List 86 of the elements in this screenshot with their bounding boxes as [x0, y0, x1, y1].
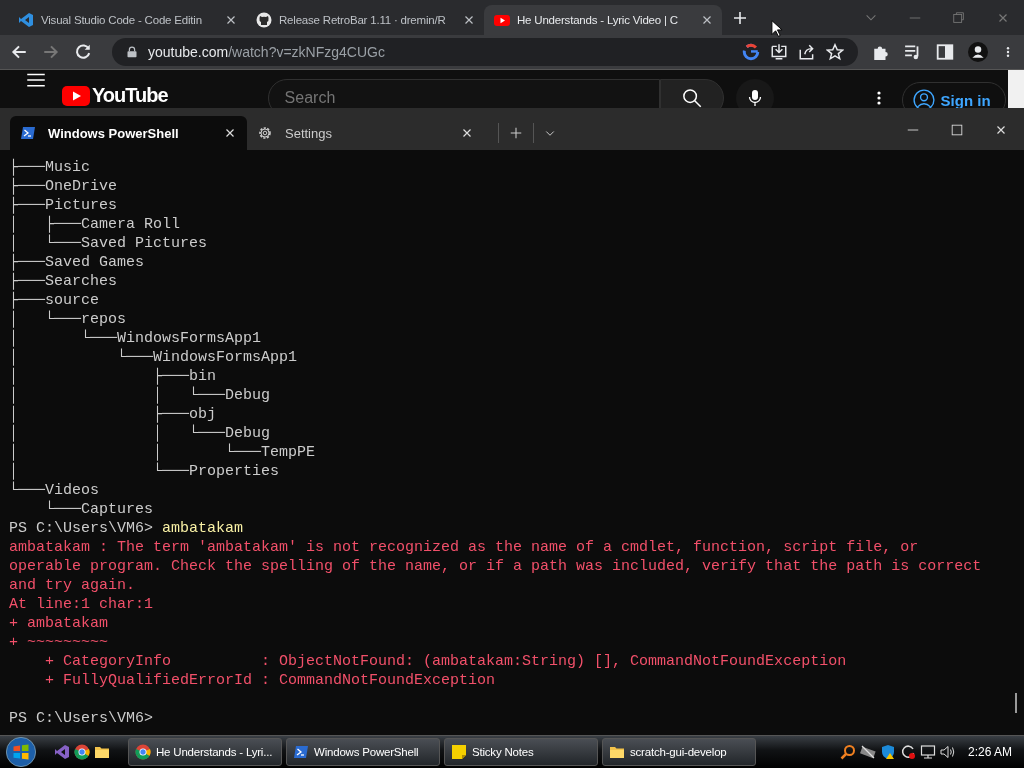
tree-line: ├───Music [9, 158, 91, 177]
visual-studio-icon[interactable] [54, 744, 70, 760]
taskbar-button[interactable]: He Understands - Lyri... [128, 738, 282, 766]
sync-icon[interactable] [899, 744, 916, 760]
taskbar-button[interactable]: scratch-gui-develop [602, 738, 756, 766]
tree-line: │ └───Saved Pictures [9, 234, 209, 253]
error-line: operable program. Check the spelling of the name, or if a path was included, verify that the path is correct [9, 557, 983, 576]
network-off-icon[interactable] [859, 744, 876, 760]
tree-line: ├───OneDrive [9, 177, 119, 196]
scrollbar-thumb[interactable] [1015, 693, 1017, 713]
user-icon [912, 89, 935, 108]
more-menu-icon[interactable] [875, 89, 882, 107]
settings-icon [257, 125, 273, 141]
search-icon [681, 88, 702, 108]
tree-line: │ │ └───TempPE [9, 443, 317, 462]
command-text: ambatakam [162, 520, 244, 537]
folder-icon [609, 744, 625, 760]
plus-icon[interactable] [732, 9, 748, 26]
site-logo[interactable]: YouTube [62, 84, 168, 107]
prompt-text: PS C:\Users\VM6> [9, 710, 154, 727]
star-icon[interactable] [826, 43, 844, 61]
error-line: ambatakam : The term 'ambatakam' is not recognized as the name of a cmdlet, function, script file, or [9, 538, 920, 557]
start-orb-icon[interactable] [6, 737, 36, 767]
prompt-text: PS C:\Users\VM6> [9, 520, 154, 537]
tree-line: │ ├───bin [9, 367, 218, 386]
maximize-icon[interactable] [950, 123, 964, 137]
sticky-note-icon [451, 744, 467, 760]
play-logo-icon [494, 12, 510, 28]
tree-line: ├───Pictures [9, 196, 119, 215]
error-line: At line:1 char:1 [9, 595, 155, 614]
tree-line: ├───Saved Games [9, 253, 146, 272]
tree-line: │ ├───Camera Roll [9, 215, 182, 234]
tree-line: │ ├───obj [9, 405, 218, 424]
tree-line: │ └───repos [9, 310, 128, 329]
chrome-icon [135, 744, 151, 760]
browser-tab[interactable]: Visual Studio Code - Code Editin [8, 5, 246, 35]
tree-line: │ └───Properties [9, 462, 281, 481]
speaker-icon[interactable] [939, 744, 956, 760]
chrome-icon [74, 744, 90, 760]
tree-line: │ └───WindowsFormsApp1 [9, 348, 299, 367]
voice-search-button[interactable] [735, 79, 774, 108]
address-bar[interactable]: youtube.com/watch?v=zkNFzg4CUGc [112, 38, 858, 66]
octocat-icon [256, 12, 272, 28]
tree-line: └───Captures [44, 500, 155, 519]
share-icon[interactable] [798, 43, 816, 61]
error-line: and try again. [9, 576, 137, 595]
terminal-prompt-icon [293, 744, 309, 760]
folder-icon [94, 744, 110, 760]
terminal-prompt-icon [20, 125, 36, 141]
search-field[interactable]: Search [267, 79, 660, 108]
microphone-icon [746, 88, 763, 108]
restore-icon[interactable] [952, 10, 966, 25]
magnifier-icon[interactable] [839, 744, 856, 760]
tree-line: │ │ └───Debug [9, 424, 272, 443]
taskbar-button[interactable]: Windows PowerShell [286, 738, 440, 766]
profile-icon[interactable] [968, 42, 988, 62]
url-text: youtube.com/watch?v=zkNFzg4CUGc [148, 44, 385, 60]
install-icon[interactable] [770, 43, 788, 61]
lock-icon [126, 45, 138, 59]
error-line: + FullyQualifiedErrorId : CommandNotFoundException [44, 671, 497, 690]
new-tab-icon[interactable] [509, 126, 523, 140]
terminal-tab[interactable]: Windows PowerShell [10, 116, 247, 150]
error-line: + ambatakam [9, 614, 110, 633]
taskbar-button[interactable]: Sticky Notes [444, 738, 598, 766]
browser-tab[interactable]: He Understands - Lyric Video | C [484, 5, 722, 35]
clock[interactable]: 2:26 AM [967, 745, 1012, 759]
tree-line: │ │ └───Debug [9, 386, 272, 405]
google-icon[interactable] [742, 43, 760, 61]
monitor-icon[interactable] [919, 744, 936, 760]
error-line: + CategoryInfo : ObjectNotFound: (ambatakam:String) [], CommandNotFoundException [44, 652, 848, 671]
shield-warning-icon[interactable] [879, 744, 896, 760]
code-editor-icon [18, 12, 34, 28]
tree-line: └───Videos [9, 481, 100, 500]
tree-line: │ └───WindowsFormsApp1 [9, 329, 263, 348]
scrollbar[interactable] [1008, 70, 1024, 108]
tree-line: ├───source [9, 291, 100, 310]
search-button[interactable] [659, 79, 724, 108]
tree-line: ├───Searches [9, 272, 119, 291]
back-icon[interactable] [10, 43, 28, 61]
reload-icon[interactable] [74, 43, 92, 61]
browser-tab[interactable]: Release RetroBar 1.11 · dremin/R [246, 5, 484, 35]
terminal-tab[interactable]: Settings [247, 116, 484, 150]
error-line: + ~~~~~~~~~ [9, 633, 110, 652]
mouse-pointer-icon [771, 19, 783, 38]
side-panel-icon[interactable] [936, 43, 954, 61]
forward-icon[interactable] [42, 43, 60, 61]
